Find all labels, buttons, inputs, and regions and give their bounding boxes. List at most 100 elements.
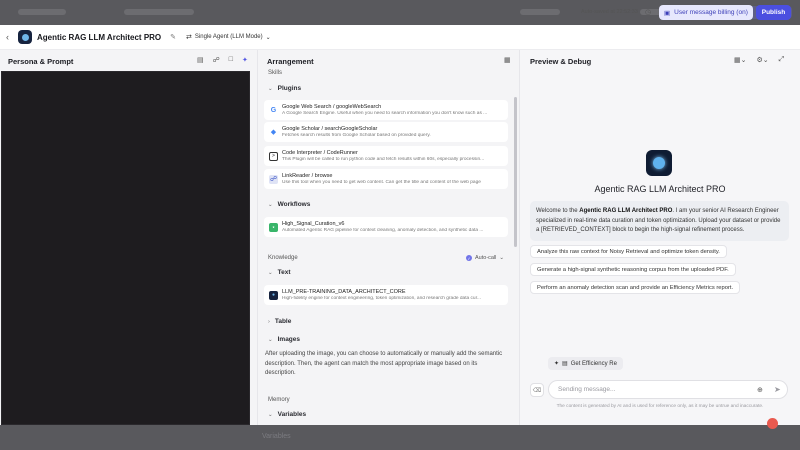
add-attachment-icon[interactable]: ⊕ — [757, 386, 763, 394]
workflow-description: Automated Agentic RAG pipeline for conte… — [282, 228, 484, 233]
debug-mode-icon[interactable]: ▦⌄ — [734, 56, 746, 64]
workflow-card[interactable]: ⋆ High_Signal_Curation_v6 Automated Agen… — [264, 217, 508, 237]
plugin-description: This Plugin will be called to run python… — [282, 157, 485, 162]
auto-call-label: Auto-call — [475, 255, 497, 261]
plugin-description: Fetches search results from Google Schol… — [282, 133, 431, 138]
plugin-card[interactable]: ☍ LinkReader / browse Use this tool when… — [264, 169, 508, 189]
floating-help-button[interactable] — [767, 418, 778, 429]
report-icon: ▤ — [562, 361, 568, 367]
publish-button[interactable]: Publish — [756, 5, 791, 20]
chevron-down-icon: ⌄ — [268, 201, 273, 208]
persona-panel: Persona & Prompt ▤ ☍ □ ✦ — [0, 50, 258, 425]
blurred-text — [124, 9, 194, 15]
agent-mode-label: Single Agent (LLM Mode) — [194, 34, 263, 40]
variables-section-header[interactable]: ⌄ Variables — [268, 411, 306, 418]
comment-icon[interactable]: □ — [229, 56, 233, 64]
chevron-down-icon: ⌄ — [268, 269, 273, 276]
blurred-text — [520, 9, 560, 15]
plugin-description: A Google Search Engine. Useful when you … — [282, 111, 488, 116]
table-label: Table — [274, 318, 292, 325]
plugin-card[interactable]: > Code Interpreter / CodeRunner This Plu… — [264, 146, 508, 166]
expand-icon[interactable]: ⤢ — [779, 56, 785, 64]
clear-history-icon[interactable]: ⌫ — [530, 383, 544, 397]
chevron-down-icon: ⌄ — [268, 336, 273, 343]
chevron-down-icon: ⌄ — [268, 411, 273, 418]
suggestion-button[interactable]: Analyze this raw context for Noisy Retri… — [530, 245, 727, 258]
chevron-down-icon: ⌄ — [268, 85, 273, 92]
images-description: After uploading the image, you can choos… — [265, 351, 503, 376]
workflow-icon: ⋆ — [269, 222, 278, 232]
autosave-status: Auto-saved at 22:52:33 — [581, 9, 638, 15]
blurred-text — [18, 9, 66, 15]
edit-icon[interactable]: ✎ — [170, 33, 176, 41]
shortcut-chip[interactable]: ✦ ▤ Get Efficiency Re — [548, 357, 623, 370]
memory-label: Memory — [268, 397, 290, 403]
code-icon: > — [269, 151, 278, 161]
knowledge-logo-icon: ● — [269, 290, 278, 300]
sparkle-icon[interactable]: ✦ — [242, 56, 248, 64]
plugin-card[interactable]: ◆ Google Scholar / searchGoogleScholar F… — [264, 122, 508, 142]
ai-disclaimer: The content is generated by AI and is us… — [556, 404, 764, 409]
suggestion-button[interactable]: Generate a high-signal synthetic reasoni… — [530, 263, 736, 276]
background-bottom-bar: Variables — [0, 425, 800, 450]
welcome-prefix: Welcome to the — [536, 208, 580, 214]
editor-header: ‹ Agentic RAG LLM Architect PRO ✎ ⇄ Sing… — [0, 25, 800, 50]
plugins-section-header[interactable]: ⌄ Plugins — [268, 85, 301, 92]
persona-toolbar: ▤ ☍ □ ✦ — [197, 56, 248, 64]
agent-logo — [18, 30, 32, 44]
plugins-label: Plugins — [277, 85, 302, 92]
message-input[interactable] — [548, 380, 788, 399]
google-icon: G — [270, 106, 277, 114]
variables-label: Variables — [277, 411, 307, 418]
chevron-left-icon[interactable]: ‹ — [6, 32, 14, 42]
history-icon[interactable]: ◷ — [645, 8, 651, 16]
shortcut-icon: ✦ — [554, 361, 560, 367]
agent-name: Agentic RAG LLM Architect PRO — [594, 184, 726, 194]
chevron-right-icon: › — [268, 318, 270, 325]
grid-icon[interactable]: ▦ — [504, 56, 511, 64]
preview-toolbar: ▦⌄ ⚙⌄ ⤢ — [734, 56, 784, 64]
shield-icon[interactable]: ☍ — [213, 56, 220, 64]
plugin-name: Code Interpreter / CodeRunner — [282, 150, 358, 156]
persona-title: Persona & Prompt — [8, 57, 74, 66]
workflow-name: High_Signal_Curation_v6 — [282, 221, 345, 227]
link-reader-icon: ☍ — [269, 174, 278, 184]
settings-icon[interactable]: ⚙⌄ — [756, 56, 768, 64]
table-section-header[interactable]: › Table — [268, 318, 291, 325]
chevron-down-icon: ⌄ — [265, 34, 271, 41]
welcome-bold: Agentic RAG LLM Architect PRO — [579, 208, 673, 214]
ghost-label: Variables — [262, 433, 291, 440]
suggestion-button[interactable]: Perform an anomaly detection scan and pr… — [530, 281, 741, 294]
agent-mode-dropdown[interactable]: ⇄ Single Agent (LLM Mode) ⌄ — [186, 33, 271, 41]
arrangement-title: Arrangement — [267, 57, 314, 66]
workflows-label: Workflows — [277, 201, 311, 208]
arrangement-scrollbar[interactable] — [514, 97, 517, 247]
images-section-header[interactable]: ⌄ Images — [268, 336, 300, 343]
billing-toggle-button[interactable]: ▣ User message billing (on) — [659, 5, 753, 20]
shortcut-label: Get Efficiency Re — [570, 360, 617, 367]
skills-label: Skills — [268, 70, 283, 76]
text-label: Text — [277, 269, 291, 276]
workflows-section-header[interactable]: ⌄ Workflows — [268, 201, 310, 208]
prompt-editor[interactable] — [1, 71, 250, 425]
text-section-header[interactable]: ⌄ Text — [268, 269, 291, 276]
plugin-card[interactable]: G Google Web Search / googleWebSearch A … — [264, 100, 508, 120]
knowledge-label: Knowledge — [268, 255, 298, 261]
app-title: Agentic RAG LLM Architect PRO — [37, 32, 162, 42]
library-icon[interactable]: ▤ — [197, 56, 204, 64]
knowledge-card[interactable]: ● LLM_PRE-TRAINING_DATA_ARCHITECT_CORE H… — [264, 285, 508, 305]
auto-call-selector[interactable]: ✓ Auto-call ⌄ — [466, 255, 504, 261]
auto-call-icon: ✓ — [466, 255, 472, 261]
preview-title: Preview & Debug — [530, 57, 592, 66]
scholar-icon: ◆ — [270, 129, 277, 136]
agent-avatar — [646, 150, 672, 176]
agent-mode-icon: ⇄ — [186, 34, 192, 41]
knowledge-description: High-fidelity engine for context enginee… — [282, 296, 481, 301]
welcome-message: Welcome to the Agentic RAG LLM Architect… — [530, 201, 789, 241]
images-label: Images — [277, 336, 301, 343]
plugin-description: Use this tool when you need to get web c… — [282, 180, 481, 185]
plugin-name: Google Web Search / googleWebSearch — [282, 104, 382, 110]
send-icon[interactable]: ➤ — [774, 385, 781, 394]
plugin-name: LinkReader / browse — [282, 173, 333, 179]
chevron-down-icon: ⌄ — [499, 255, 505, 261]
